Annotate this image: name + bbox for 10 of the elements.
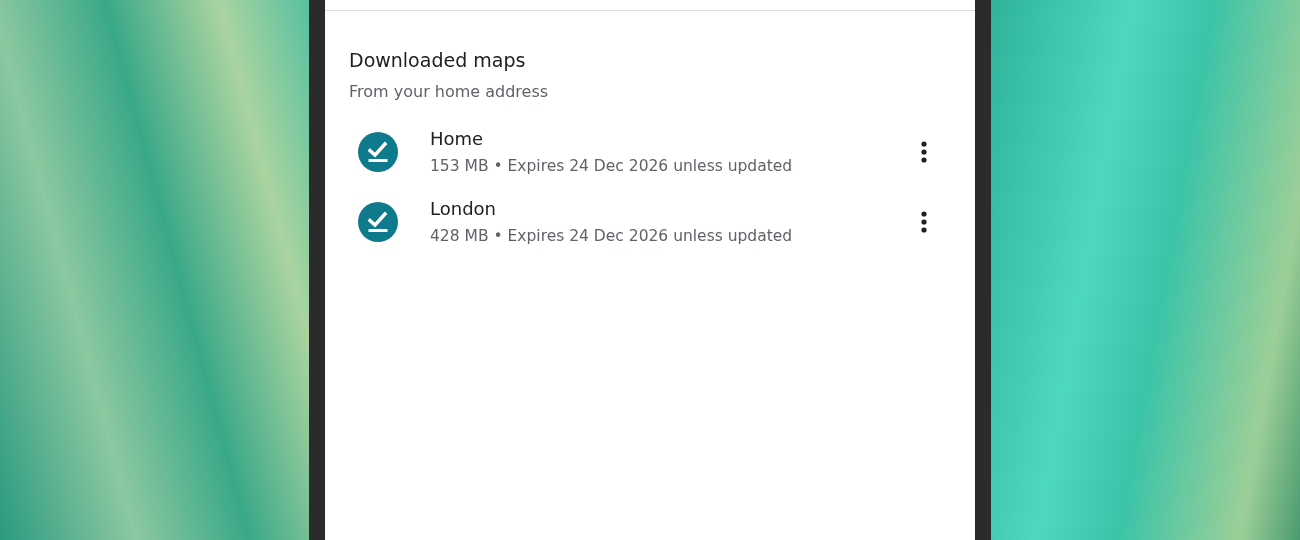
section-title: Downloaded maps <box>349 48 527 73</box>
more-vert-icon <box>921 211 927 233</box>
download-done-icon <box>358 202 398 242</box>
more-vert-icon <box>921 141 927 163</box>
map-name: Home <box>430 127 485 151</box>
download-done-icon <box>358 132 398 172</box>
map-details: 428 MB • Expires 24 Dec 2026 unless updated <box>430 226 794 247</box>
map-name: London <box>430 197 497 221</box>
section-subtitle: From your home address <box>349 81 550 103</box>
map-details: 153 MB • Expires 24 Dec 2026 unless updated <box>430 156 794 177</box>
